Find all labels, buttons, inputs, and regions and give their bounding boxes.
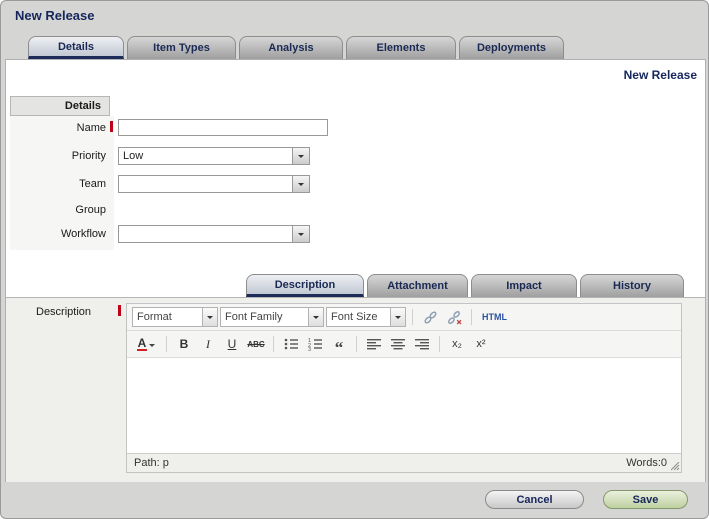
name-label: Name xyxy=(10,122,106,134)
team-label: Team xyxy=(10,178,106,190)
dropdown-arrow-icon[interactable] xyxy=(292,226,309,242)
editor-toolbar-row1: Format Font Family Font Size xyxy=(127,304,681,331)
rich-text-editor: Format Font Family Font Size xyxy=(126,303,682,473)
font-family-dropdown[interactable]: Font Family xyxy=(220,307,324,327)
required-marker xyxy=(118,305,121,316)
dropdown-arrow-icon xyxy=(308,308,323,326)
editor-content-area[interactable] xyxy=(127,358,681,453)
font-color-button[interactable]: A xyxy=(132,334,160,354)
align-left-button[interactable] xyxy=(363,334,385,354)
superscript-button[interactable]: x² xyxy=(470,334,492,354)
priority-select-value: Low xyxy=(119,148,292,164)
group-label: Group xyxy=(10,204,106,216)
main-tab-bar: Details Item Types Analysis Elements Dep… xyxy=(28,36,564,59)
link-icon xyxy=(423,310,438,325)
toolbar-separator xyxy=(412,309,413,325)
subscript-button[interactable]: x₂ xyxy=(446,334,468,354)
tab-elements[interactable]: Elements xyxy=(346,36,456,59)
align-right-icon xyxy=(415,338,429,350)
bold-icon: B xyxy=(180,337,189,351)
page-title: New Release xyxy=(15,8,95,23)
tab-attachment[interactable]: Attachment xyxy=(367,274,468,297)
required-marker xyxy=(110,121,113,132)
font-family-dropdown-value: Font Family xyxy=(221,308,308,326)
priority-label: Priority xyxy=(10,150,106,162)
bold-button[interactable]: B xyxy=(173,334,195,354)
tab-details[interactable]: Details xyxy=(28,36,124,59)
format-dropdown[interactable]: Format xyxy=(132,307,218,327)
team-select-value xyxy=(119,176,292,192)
unlink-icon xyxy=(447,310,462,325)
toolbar-separator xyxy=(471,309,472,325)
new-release-window: New Release Details Item Types Analysis … xyxy=(0,0,709,519)
underline-icon: U xyxy=(228,337,237,351)
tab-impact[interactable]: Impact xyxy=(471,274,577,297)
name-input[interactable] xyxy=(118,119,328,136)
chevron-down-icon xyxy=(149,344,155,350)
superscript-icon: x² xyxy=(476,338,485,350)
dropdown-arrow-icon[interactable] xyxy=(292,148,309,164)
editor-status-bar: Path: p Words:0 xyxy=(127,453,681,472)
numbered-list-icon: 1 2 3 xyxy=(308,337,323,351)
svg-text:3: 3 xyxy=(308,347,311,351)
toolbar-separator xyxy=(166,336,167,352)
remove-link-button[interactable] xyxy=(443,307,465,327)
tab-history[interactable]: History xyxy=(580,274,684,297)
toolbar-separator xyxy=(273,336,274,352)
dropdown-arrow-icon[interactable] xyxy=(292,176,309,192)
editor-path-status: Path: p xyxy=(134,457,169,469)
italic-icon: I xyxy=(206,337,210,352)
resize-handle[interactable] xyxy=(671,462,680,471)
workflow-select[interactable] xyxy=(118,225,310,243)
tab-deployments[interactable]: Deployments xyxy=(459,36,564,59)
insert-link-button[interactable] xyxy=(419,307,441,327)
blockquote-button[interactable]: “ xyxy=(328,334,350,354)
workflow-label: Workflow xyxy=(10,228,106,240)
underline-button[interactable]: U xyxy=(221,334,243,354)
toolbar-separator xyxy=(356,336,357,352)
blockquote-icon: “ xyxy=(335,335,344,353)
sub-tab-bar: Description Attachment Impact History xyxy=(246,274,684,297)
details-panel: New Release Details Name Priority Low Te… xyxy=(5,59,706,482)
priority-select[interactable]: Low xyxy=(118,147,310,165)
font-color-icon: A xyxy=(137,337,148,351)
team-select[interactable] xyxy=(118,175,310,193)
workflow-select-value xyxy=(119,226,292,242)
bullet-list-button[interactable] xyxy=(280,334,302,354)
strikethrough-icon: ABC xyxy=(247,340,264,349)
details-section-header: Details xyxy=(10,96,110,116)
align-right-button[interactable] xyxy=(411,334,433,354)
toolbar-separator xyxy=(439,336,440,352)
tab-analysis[interactable]: Analysis xyxy=(239,36,343,59)
font-size-dropdown-value: Font Size xyxy=(327,308,390,326)
html-source-button[interactable]: HTML xyxy=(478,307,511,327)
bullet-list-icon xyxy=(284,337,299,351)
cancel-button[interactable]: Cancel xyxy=(485,490,584,509)
tab-description[interactable]: Description xyxy=(246,274,364,297)
italic-button[interactable]: I xyxy=(197,334,219,354)
align-left-icon xyxy=(367,338,381,350)
dropdown-arrow-icon xyxy=(202,308,217,326)
editor-toolbar-row2: A B I U ABC xyxy=(127,331,681,358)
tab-item-types[interactable]: Item Types xyxy=(127,36,236,59)
font-size-dropdown[interactable]: Font Size xyxy=(326,307,406,327)
align-center-icon xyxy=(391,338,405,350)
description-section: Description Format Font Family Font Size xyxy=(6,297,705,482)
strikethrough-button[interactable]: ABC xyxy=(245,334,267,354)
subscript-icon: x₂ xyxy=(452,338,462,350)
save-button[interactable]: Save xyxy=(603,490,688,509)
editor-words-status: Words:0 xyxy=(626,457,667,469)
dropdown-arrow-icon xyxy=(390,308,405,326)
numbered-list-button[interactable]: 1 2 3 xyxy=(304,334,326,354)
description-label: Description xyxy=(36,306,91,318)
panel-heading: New Release xyxy=(624,68,697,82)
align-center-button[interactable] xyxy=(387,334,409,354)
format-dropdown-value: Format xyxy=(133,308,202,326)
